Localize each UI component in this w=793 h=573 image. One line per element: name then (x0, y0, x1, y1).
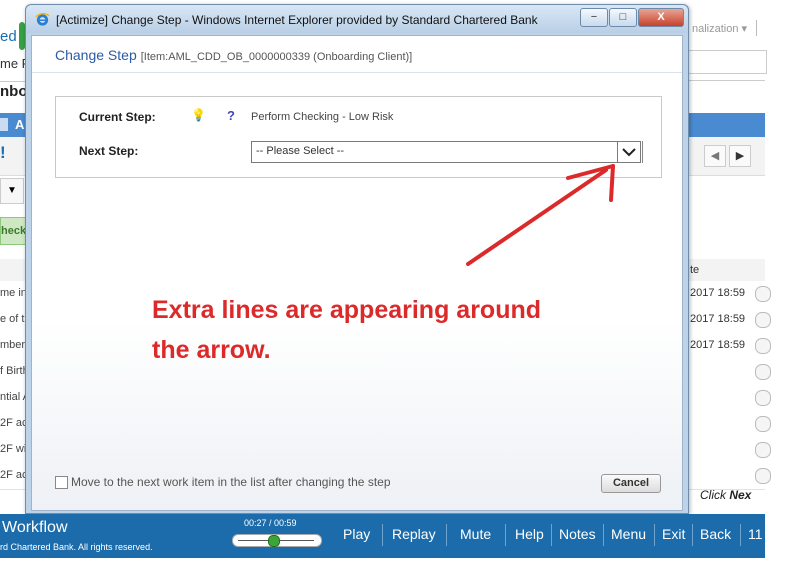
divider (446, 524, 447, 546)
divider (382, 524, 383, 546)
divider (654, 524, 655, 546)
notes-button[interactable]: Notes (559, 526, 596, 542)
replay-button[interactable]: Replay (392, 526, 436, 542)
player-bar: Workflow rd Chartered Bank. All rights r… (0, 514, 765, 558)
help-button[interactable]: Help (515, 526, 544, 542)
divider (551, 524, 552, 546)
annotation-line: Extra lines are appearing around (152, 296, 542, 324)
divider (740, 524, 741, 546)
time-display: 00:27 / 00:59 (244, 518, 297, 528)
progress-thumb[interactable] (267, 535, 280, 547)
copyright-text: rd Chartered Bank. All rights reserved. (0, 542, 153, 552)
play-button[interactable]: Play (343, 526, 370, 542)
divider (603, 524, 604, 546)
page-number: 11 (748, 526, 763, 542)
divider (505, 524, 506, 546)
mute-button[interactable]: Mute (460, 526, 491, 542)
menu-button[interactable]: Menu (611, 526, 646, 542)
back-button[interactable]: Back (700, 526, 731, 542)
annotation-arrow (466, 164, 615, 266)
workflow-label: Workflow (2, 519, 68, 536)
divider (692, 524, 693, 546)
annotation-line: the arrow. (152, 336, 271, 364)
exit-button[interactable]: Exit (662, 526, 685, 542)
annotation-text: Extra lines are appearing around the arr… (152, 290, 612, 370)
